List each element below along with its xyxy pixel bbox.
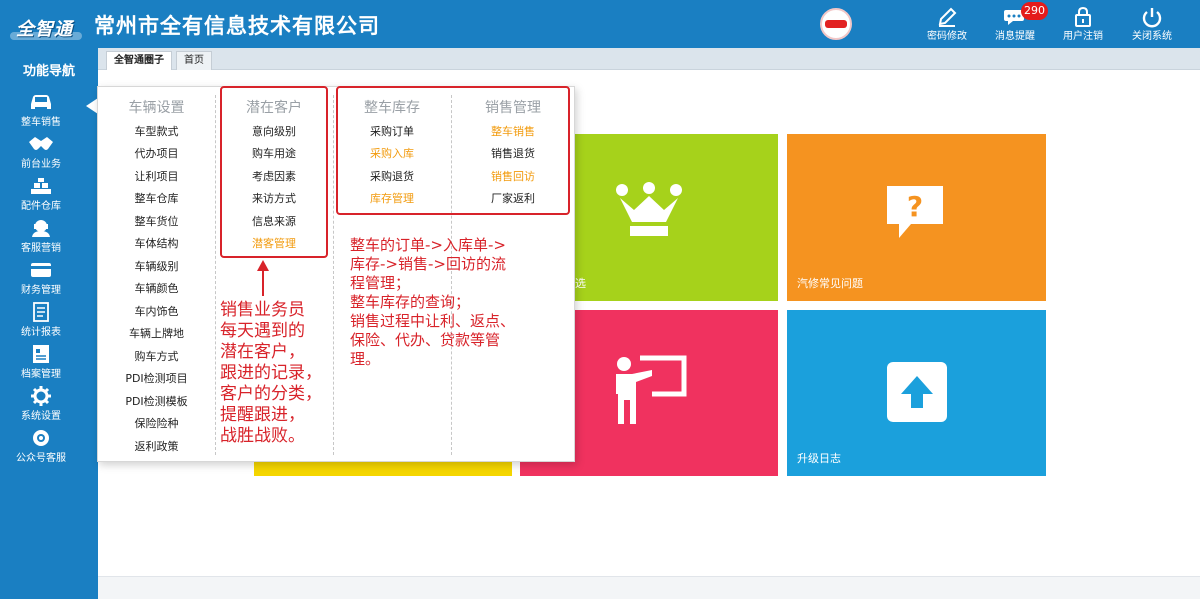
card-icon [31,263,51,277]
menu-item[interactable]: PDI检测模板 [98,393,215,409]
annotation-line: 销售业务员 [220,300,305,320]
archive-icon [33,345,49,363]
annotation-line: 战胜战败。 [220,426,305,446]
menu-item[interactable]: 返利政策 [98,438,215,454]
service-icon [33,430,49,446]
menu-item[interactable]: 车型款式 [98,123,215,139]
annotation-line: 提醒跟进， [220,405,305,425]
sidebar-item-finance[interactable]: 财务管理 [0,260,82,300]
sidebar-item-system-settings[interactable]: 系统设置 [0,386,82,426]
sidebar-item-label: 整车销售 [21,117,61,128]
annotation-line: 跟进的记录， [220,363,322,383]
tile-upgrade-log[interactable]: 升级日志 [787,310,1046,476]
annotation-line: 潜在客户， [220,342,305,362]
tab-quanzhitong-circle[interactable]: 全智通圈子 [106,51,172,70]
menu-column-title: 车辆设置 [128,100,185,116]
annotation-arrow-shaft [262,270,264,296]
menu-item[interactable]: 车辆上牌地 [98,325,215,341]
annotation-line: 保险、代办、贷款等管 [350,331,501,349]
sidebar: 功能导航 整车销售 前台业务 配件仓库 客服营销 财务管理 统计报表 档案管理 … [0,48,98,599]
svg-text:?: ? [907,190,923,223]
warehouse-icon [31,178,51,194]
gear-icon [31,386,51,406]
report-icon [33,302,49,322]
question-icon: ? [887,186,943,238]
menu-item[interactable]: PDI检测项目 [98,370,215,386]
user-logout-button[interactable]: 用户注销 [1051,6,1115,46]
sidebar-item-wechat-service[interactable]: 公众号客服 [0,428,82,468]
menu-item[interactable]: 车内饰色 [98,303,215,319]
menu-item[interactable]: 让利项目 [98,168,215,184]
headset-icon [32,220,50,237]
annotation-note-potential-customers: 销售业务员 每天遇到的 潜在客户， 跟进的记录， 客户的分类， 提醒跟进， 战胜… [220,300,340,447]
menu-item[interactable]: 车体结构 [98,235,215,251]
sidebar-item-label: 客服营销 [21,243,61,254]
footer-bar [98,576,1200,599]
close-system-button[interactable]: 关闭系统 [1120,6,1184,46]
menu-item[interactable]: 车辆颜色 [98,280,215,296]
message-alert-button[interactable]: 290 消息提醒 [983,2,1048,46]
annotation-box-potential-customers [220,86,328,258]
sidebar-item-label: 配件仓库 [21,201,61,212]
annotation-line: 库存->销售->回访的流 [350,255,506,273]
menu-item[interactable]: 车辆级别 [98,258,215,274]
tab-home[interactable]: 首页 [176,51,212,70]
annotation-line: 每天遇到的 [220,321,305,341]
annotation-line: 客户的分类， [220,384,322,404]
lock-icon [1075,6,1091,27]
sidebar-item-vehicle-sales[interactable]: 整车销售 [0,92,82,132]
menu-item[interactable]: 整车货位 [98,213,215,229]
menu-item[interactable]: 整车仓库 [98,190,215,206]
power-icon [1142,8,1162,28]
company-name: 常州市全有信息技术有限公司 [94,14,380,38]
annotation-box-inventory-sales [336,86,570,215]
tab-bar: 全智通圈子 首页 [98,48,1200,70]
sidebar-item-label: 档案管理 [21,369,61,380]
password-change-button[interactable]: 密码修改 [915,6,979,46]
sidebar-item-archives[interactable]: 档案管理 [0,344,82,384]
sidebar-item-parts-warehouse[interactable]: 配件仓库 [0,176,82,216]
tile-label: 升级日志 [797,452,841,465]
presenter-icon [616,355,687,424]
sidebar-item-label: 公众号客服 [16,453,66,464]
user-logout-label: 用户注销 [1063,31,1103,42]
sidebar-item-label: 统计报表 [21,327,61,338]
annotation-line: 整车库存的查询； [350,293,471,311]
sidebar-item-reports[interactable]: 统计报表 [0,302,82,342]
annotation-line: 整车的订单->入库单-> [350,236,506,254]
tile-label: 选 [575,277,586,290]
annotation-line: 理。 [350,350,381,368]
close-system-label: 关闭系统 [1132,31,1172,42]
nav-title: 功能导航 [22,64,75,79]
logo-text: 全智通 [16,19,73,40]
sidebar-item-label: 前台业务 [21,159,61,170]
brand-logo-icon [820,8,852,40]
annotation-note-inventory-sales: 整车的订单->入库单-> 库存->销售->回访的流 程管理； 整车库存的查询； … [350,236,576,369]
handshake-icon [29,137,53,150]
car-icon [31,95,51,109]
menu-item[interactable]: 代办项目 [98,145,215,161]
menu-item[interactable]: 购车方式 [98,348,215,364]
crown-icon [616,182,682,236]
menu-item[interactable]: 保险险种 [98,415,215,431]
message-count-badge: 290 [1021,2,1048,20]
message-alert-label: 消息提醒 [995,31,1035,42]
password-change-label: 密码修改 [927,31,967,42]
tile-repair-faq[interactable]: ? 汽修常见问题 [787,134,1046,301]
upload-icon [887,362,947,422]
annotation-line: 销售过程中让利、返点、 [350,312,516,330]
annotation-line: 程管理； [350,274,411,292]
tile-label: 汽修常见问题 [797,277,863,290]
app-logo: 全智通 [6,6,84,42]
top-header: 全智通 常州市全有信息技术有限公司 密码修改 290 消息提醒 用户注销 关闭系… [0,0,1200,48]
pencil-icon [938,7,957,27]
sidebar-item-front-desk[interactable]: 前台业务 [0,134,82,174]
sidebar-item-label: 系统设置 [21,411,61,422]
sidebar-item-customer-service[interactable]: 客服营销 [0,218,82,258]
sidebar-item-label: 财务管理 [21,285,61,296]
